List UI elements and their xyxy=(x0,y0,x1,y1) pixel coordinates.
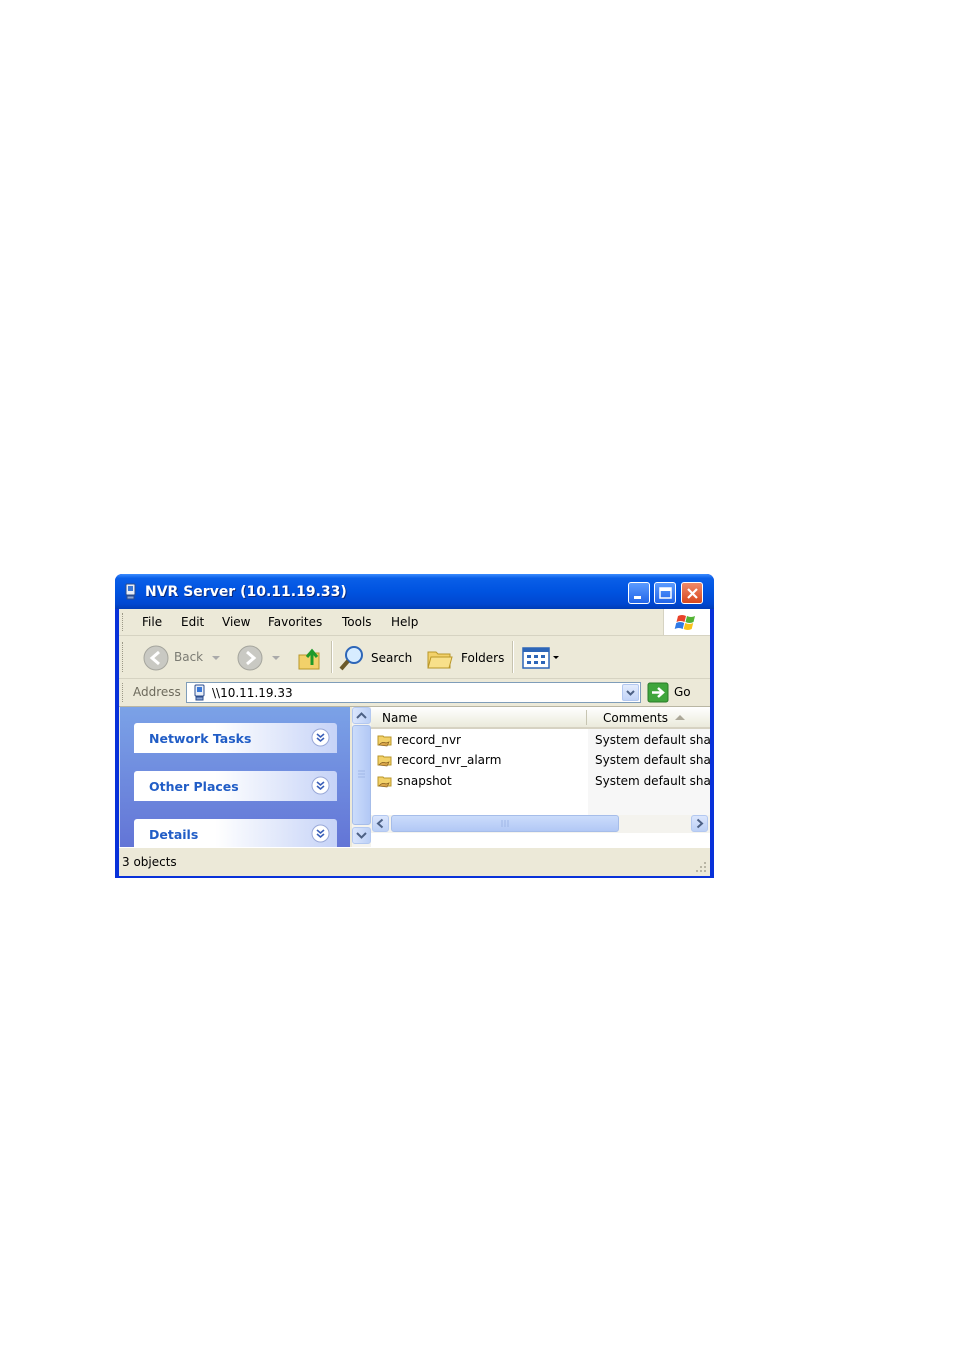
sort-ascending-icon xyxy=(675,715,685,720)
list-item[interactable]: snapshot System default share xyxy=(371,771,710,791)
file-comment: System default share xyxy=(595,774,710,788)
close-icon xyxy=(687,588,698,599)
views-button[interactable] xyxy=(521,645,563,671)
forward-arrow-icon xyxy=(237,645,263,671)
back-label: Back xyxy=(174,650,204,664)
task-pane-scrollbar[interactable] xyxy=(352,707,371,847)
views-icon xyxy=(522,647,559,669)
file-comment: System default share xyxy=(595,753,710,767)
file-name: snapshot xyxy=(397,774,452,788)
shared-folder-icon xyxy=(377,735,392,747)
search-icon xyxy=(339,646,363,671)
forward-button[interactable] xyxy=(236,644,286,672)
file-list-horizontal-scrollbar[interactable] xyxy=(371,815,710,833)
chevron-up-icon xyxy=(356,712,367,719)
grip-icon xyxy=(358,770,365,778)
status-text: 3 objects xyxy=(122,855,177,869)
standard-toolbar: Back Search Folders xyxy=(119,636,710,679)
address-bar: Address \\10.11.19.33 Go xyxy=(119,679,710,707)
window-client-area: File Edit View Favorites Tools Help Back… xyxy=(119,609,710,876)
search-label: Search xyxy=(371,651,413,665)
address-label: Address xyxy=(133,685,181,699)
address-input[interactable]: \\10.11.19.33 xyxy=(186,682,641,703)
list-item[interactable]: record_nvr System default share xyxy=(371,730,710,750)
windows-logo-icon xyxy=(663,609,710,635)
network-computer-icon xyxy=(125,583,136,600)
back-arrow-icon xyxy=(143,645,169,671)
address-value: \\10.11.19.33 xyxy=(212,686,293,700)
forward-dropdown-icon xyxy=(272,656,280,660)
go-label: Go xyxy=(674,685,691,699)
grip-icon xyxy=(501,820,509,827)
scroll-thumb[interactable] xyxy=(352,725,371,825)
scroll-thumb[interactable] xyxy=(391,815,619,832)
column-name-header[interactable]: Name xyxy=(382,711,417,725)
menu-favorites[interactable]: Favorites xyxy=(268,615,322,629)
menu-grip[interactable] xyxy=(122,613,125,631)
chevron-down-icon xyxy=(356,832,367,839)
folders-icon xyxy=(427,651,453,669)
chevron-left-icon xyxy=(376,818,384,829)
window-title: NVR Server (10.11.19.33) xyxy=(145,584,347,600)
address-grip[interactable] xyxy=(122,683,125,702)
close-button[interactable] xyxy=(681,582,703,604)
column-header-row: Name Comments xyxy=(371,707,710,729)
menu-tools[interactable]: Tools xyxy=(342,615,372,629)
up-folder-icon xyxy=(298,648,320,670)
back-dropdown-icon xyxy=(212,656,220,660)
address-dropdown-button[interactable] xyxy=(622,684,639,701)
double-chevron-down-icon[interactable] xyxy=(311,728,330,747)
minimize-icon xyxy=(634,596,641,599)
explorer-window: NVR Server (10.11.19.33) File Edit View … xyxy=(115,574,714,878)
menu-bar: File Edit View Favorites Tools Help xyxy=(119,609,710,636)
double-chevron-down-icon[interactable] xyxy=(311,824,330,843)
file-comment: System default share xyxy=(595,733,710,747)
column-divider[interactable] xyxy=(586,710,587,725)
double-chevron-down-icon[interactable] xyxy=(311,776,330,795)
menu-help[interactable]: Help xyxy=(391,615,418,629)
panel-title: Details xyxy=(149,827,199,842)
menu-file[interactable]: File xyxy=(142,615,162,629)
shared-folder-icon xyxy=(377,755,392,767)
up-folder-button[interactable] xyxy=(295,643,325,673)
panel-details[interactable]: Details xyxy=(134,819,337,847)
column-comments-header[interactable]: Comments xyxy=(603,711,668,725)
file-name: record_nvr_alarm xyxy=(397,753,502,767)
go-button[interactable]: Go xyxy=(647,682,695,703)
scroll-up-button[interactable] xyxy=(352,707,371,724)
menu-view[interactable]: View xyxy=(222,615,250,629)
menu-edit[interactable]: Edit xyxy=(181,615,204,629)
toolbar-grip[interactable] xyxy=(122,642,125,672)
status-bar: 3 objects xyxy=(119,847,710,876)
panel-title: Network Tasks xyxy=(149,731,252,746)
back-button[interactable]: Back xyxy=(142,644,227,672)
shared-folder-icon xyxy=(377,776,392,788)
toolbar-separator xyxy=(512,641,514,673)
scroll-right-button[interactable] xyxy=(691,815,708,832)
minimize-button[interactable] xyxy=(628,582,650,604)
resize-grip-icon[interactable] xyxy=(694,860,708,874)
chevron-down-icon xyxy=(626,690,635,696)
panel-network-tasks[interactable]: Network Tasks xyxy=(134,723,337,753)
chevron-right-icon xyxy=(696,818,704,829)
task-pane: Network Tasks Other Places Details xyxy=(120,707,350,847)
panel-other-places[interactable]: Other Places xyxy=(134,771,337,801)
file-list: Name Comments record_nvr System default … xyxy=(371,707,710,847)
folders-button[interactable]: Folders xyxy=(425,643,505,673)
scroll-down-button[interactable] xyxy=(352,827,371,844)
scroll-left-button[interactable] xyxy=(372,815,389,832)
maximize-icon xyxy=(659,587,672,599)
network-computer-icon xyxy=(194,684,205,701)
toolbar-separator xyxy=(331,641,333,673)
list-item[interactable]: record_nvr_alarm System default share xyxy=(371,750,710,770)
title-bar[interactable]: NVR Server (10.11.19.33) xyxy=(115,574,714,609)
maximize-button[interactable] xyxy=(654,582,676,604)
panel-title: Other Places xyxy=(149,779,239,794)
file-name: record_nvr xyxy=(397,733,461,747)
go-arrow-icon xyxy=(647,682,669,703)
search-button[interactable]: Search xyxy=(337,643,415,673)
folders-label: Folders xyxy=(461,651,505,665)
